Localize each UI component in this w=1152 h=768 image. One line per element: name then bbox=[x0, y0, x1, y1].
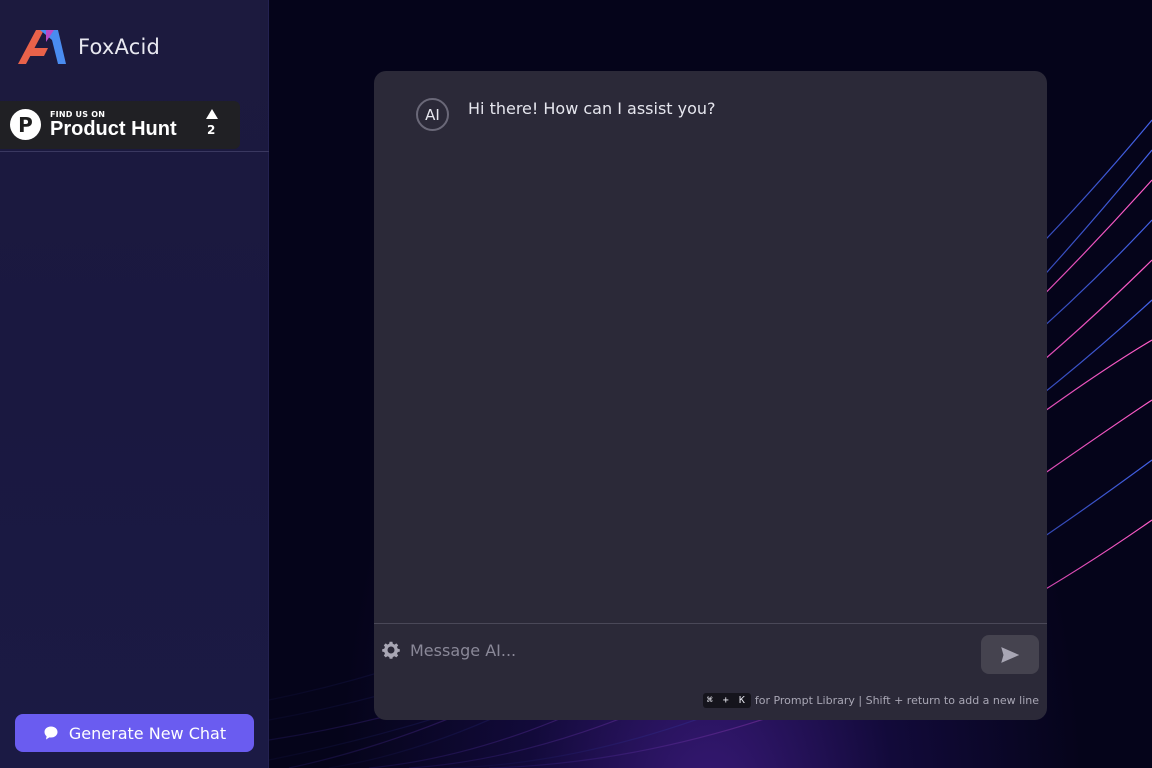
hint-text: for Prompt Library | Shift + return to a… bbox=[754, 694, 1039, 707]
message-input[interactable] bbox=[410, 634, 970, 666]
sidebar: FoxAcid P FIND US ON Product Hunt 2 Gene… bbox=[0, 0, 269, 768]
chat-message: AI Hi there! How can I assist you? bbox=[416, 98, 716, 131]
input-hint: ⌘ + K for Prompt Library | Shift + retur… bbox=[702, 693, 1039, 708]
foxacid-logo-icon bbox=[18, 30, 66, 64]
message-text: Hi there! How can I assist you? bbox=[468, 99, 716, 118]
send-button[interactable] bbox=[981, 635, 1039, 674]
composer-divider bbox=[374, 623, 1047, 624]
brand[interactable]: FoxAcid bbox=[16, 28, 160, 66]
generate-new-chat-label: Generate New Chat bbox=[68, 723, 227, 743]
upvote-count: 2 bbox=[207, 123, 216, 137]
shortcut-keys: ⌘ + K bbox=[702, 693, 751, 708]
chat-panel: AI Hi there! How can I assist you? ⌘ + K… bbox=[374, 71, 1047, 720]
send-icon bbox=[1001, 646, 1019, 663]
ai-avatar: AI bbox=[416, 98, 449, 131]
generate-new-chat-button[interactable]: Generate New Chat bbox=[15, 714, 254, 752]
brand-name: FoxAcid bbox=[78, 35, 161, 59]
gear-icon[interactable] bbox=[382, 641, 400, 659]
sidebar-divider bbox=[0, 151, 269, 152]
product-hunt-big-label: Product Hunt bbox=[50, 118, 177, 140]
chat-bubble-icon bbox=[44, 726, 58, 740]
upvote-arrow-icon bbox=[206, 109, 218, 119]
product-hunt-logo-icon: P bbox=[10, 109, 41, 140]
product-hunt-badge[interactable]: P FIND US ON Product Hunt 2 bbox=[0, 101, 240, 149]
